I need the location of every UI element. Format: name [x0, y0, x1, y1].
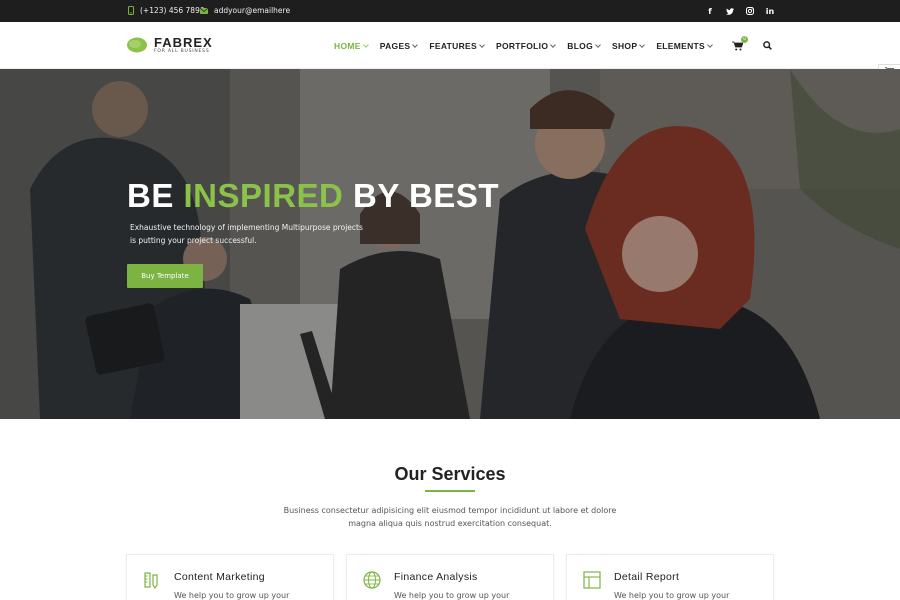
logo[interactable]: FABREX FOR ALL BUSINESS: [126, 36, 213, 55]
chevron-down-icon: [550, 41, 557, 48]
service-card[interactable]: Detail Report We help you to grow up you…: [566, 554, 774, 600]
phone-icon: [128, 6, 134, 15]
chevron-down-icon: [412, 41, 419, 48]
service-card-title: Content Marketing: [174, 571, 265, 583]
hero-title-part2: BY BEST: [343, 177, 499, 214]
chevron-down-icon: [479, 41, 485, 48]
chevron-down-icon: [707, 41, 713, 48]
chevron-down-icon: [595, 41, 601, 48]
service-card[interactable]: Content Marketing We help you to grow up…: [126, 554, 334, 600]
service-card-text: We help you to grow up your: [614, 591, 730, 600]
cart-button[interactable]: 0: [730, 35, 748, 52]
linkedin-icon[interactable]: in: [766, 6, 774, 16]
top-bar: (+123) 456 7890 addyour@emailhere f in: [0, 0, 900, 22]
instagram-icon[interactable]: [746, 6, 754, 16]
social-links: f in: [706, 6, 774, 16]
nav-features-label: FEATURES: [429, 40, 477, 51]
shopping-cart-icon: [731, 41, 743, 50]
logo-name: FABREX: [154, 35, 213, 50]
nav-shop-label: SHOP: [612, 40, 638, 51]
logo-tagline: FOR ALL BUSINESS: [154, 49, 210, 54]
service-cards: Content Marketing We help you to grow up…: [126, 554, 774, 600]
nav-features[interactable]: FEATURES: [429, 40, 485, 51]
logo-leaf-icon: [127, 37, 147, 53]
phone-contact[interactable]: (+123) 456 7890: [128, 6, 205, 15]
buy-template-button[interactable]: Buy Template: [127, 264, 203, 288]
nav-portfolio-label: PORTFOLIO: [495, 40, 549, 51]
layout-icon: [583, 571, 601, 589]
hero-title: BE INSPIRED BY BEST: [127, 177, 499, 215]
nav-shop[interactable]: SHOP: [612, 40, 646, 51]
hero-banner: BE INSPIRED BY BEST Exhaustive technolog…: [0, 69, 900, 419]
services-description: Business consectetur adipisicing elit ei…: [283, 506, 617, 528]
title-underline: [425, 490, 475, 492]
twitter-icon[interactable]: [726, 6, 734, 16]
service-card-text: We help you to grow up your: [174, 591, 290, 600]
pencil-ruler-icon: [144, 572, 158, 589]
nav-blog-label: BLOG: [567, 40, 594, 51]
envelope-icon: [200, 7, 208, 14]
chevron-down-icon: [362, 41, 369, 48]
main-header: FABREX FOR ALL BUSINESS HOME PAGES FEATU…: [0, 22, 900, 69]
email-contact[interactable]: addyour@emailhere: [200, 6, 290, 15]
service-card-title: Finance Analysis: [394, 571, 478, 583]
nav-portfolio[interactable]: PORTFOLIO: [495, 40, 557, 51]
chevron-down-icon: [639, 41, 646, 48]
service-card-title: Detail Report: [614, 571, 680, 583]
cart-count-badge: 0: [741, 35, 748, 43]
services-title: Our Services: [394, 464, 506, 484]
service-card-text: We help you to grow up your: [394, 591, 510, 600]
hero-title-part1: BE: [127, 177, 184, 214]
email-address: addyour@emailhere: [214, 6, 291, 15]
nav-home[interactable]: HOME: [334, 40, 369, 51]
search-button[interactable]: [760, 40, 774, 52]
main-nav: HOME PAGES FEATURES PORTFOLIO BLOG SHOP …: [334, 22, 774, 69]
facebook-icon[interactable]: f: [706, 6, 714, 16]
phone-number: (+123) 456 7890: [140, 6, 205, 15]
hero-title-highlight: INSPIRED: [183, 177, 344, 214]
nav-blog[interactable]: BLOG: [567, 40, 601, 51]
service-card[interactable]: Finance Analysis We help you to grow up …: [346, 554, 554, 600]
hero-description: Exhaustive technology of implementing Mu…: [130, 223, 363, 245]
nav-home-label: HOME: [334, 40, 361, 51]
globe-icon: [363, 571, 381, 589]
nav-pages[interactable]: PAGES: [379, 40, 419, 51]
nav-elements[interactable]: ELEMENTS: [656, 40, 713, 51]
nav-elements-label: ELEMENTS: [656, 40, 705, 51]
nav-pages-label: PAGES: [379, 40, 411, 51]
search-icon: [762, 41, 772, 50]
